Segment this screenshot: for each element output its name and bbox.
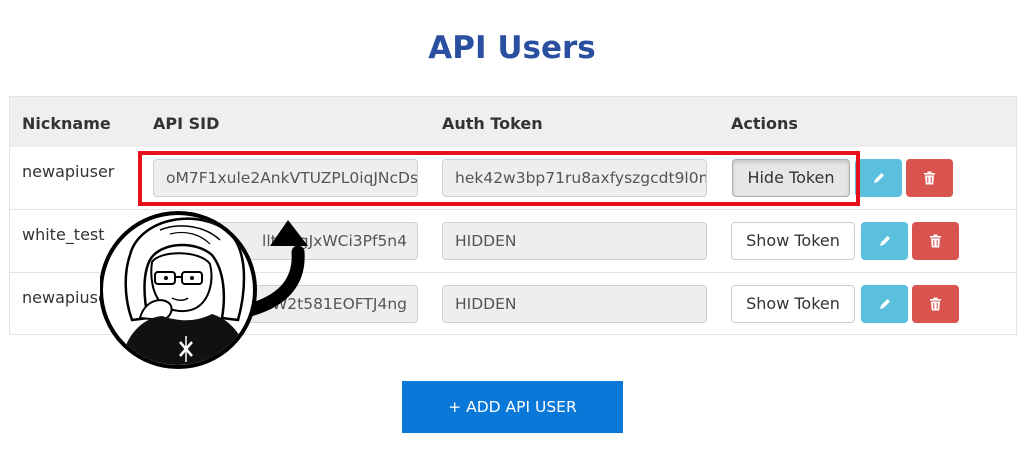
auth-token-field[interactable]: HIDDEN (442, 285, 707, 323)
edit-button[interactable] (861, 285, 908, 323)
header-actions: Actions (731, 114, 798, 133)
pencil-icon (879, 299, 890, 309)
nickname-cell: white_test (22, 225, 105, 244)
table-row: white_test lltOqgJxWCi3Pf5n4 HIDDEN Show… (10, 209, 1016, 272)
api-users-table: Nickname API SID Auth Token Actions newa… (9, 96, 1017, 335)
trash-icon (930, 297, 941, 311)
trash-icon (924, 171, 935, 185)
show-token-button[interactable]: Show Token (731, 222, 855, 260)
auth-token-field[interactable]: HIDDEN (442, 222, 707, 260)
edit-button[interactable] (861, 222, 908, 260)
add-api-user-button[interactable]: + ADD API USER (402, 381, 623, 433)
delete-button[interactable] (912, 285, 959, 323)
api-sid-field[interactable]: kW2t581EOFTJ4ng (153, 285, 418, 323)
table-header: Nickname API SID Auth Token Actions (10, 97, 1016, 147)
auth-token-field[interactable]: hek42w3bp71ru8axfyszgcdt9l0n (442, 159, 707, 197)
hide-token-button[interactable]: Hide Token (732, 159, 850, 197)
pencil-icon (873, 173, 884, 183)
trash-icon (930, 234, 941, 248)
table-row: newapiuse kW2t581EOFTJ4ng HIDDEN Show To… (10, 272, 1016, 335)
table-row: newapiuser oM7F1xule2AnkVTUZPL0iqJNcDs h… (10, 147, 1016, 210)
show-token-button[interactable]: Show Token (731, 285, 855, 323)
nickname-cell: newapiuse (22, 288, 108, 307)
header-api-sid: API SID (153, 114, 220, 133)
page-title: API Users (428, 30, 596, 66)
delete-button[interactable] (912, 222, 959, 260)
nickname-cell: newapiuser (22, 162, 115, 181)
api-sid-field[interactable]: oM7F1xule2AnkVTUZPL0iqJNcDs (153, 159, 418, 197)
edit-button[interactable] (855, 159, 902, 197)
pencil-icon (879, 236, 890, 246)
header-auth-token: Auth Token (442, 114, 543, 133)
api-sid-field[interactable]: lltOqgJxWCi3Pf5n4 (153, 222, 418, 260)
header-nickname: Nickname (22, 114, 111, 133)
delete-button[interactable] (906, 159, 953, 197)
